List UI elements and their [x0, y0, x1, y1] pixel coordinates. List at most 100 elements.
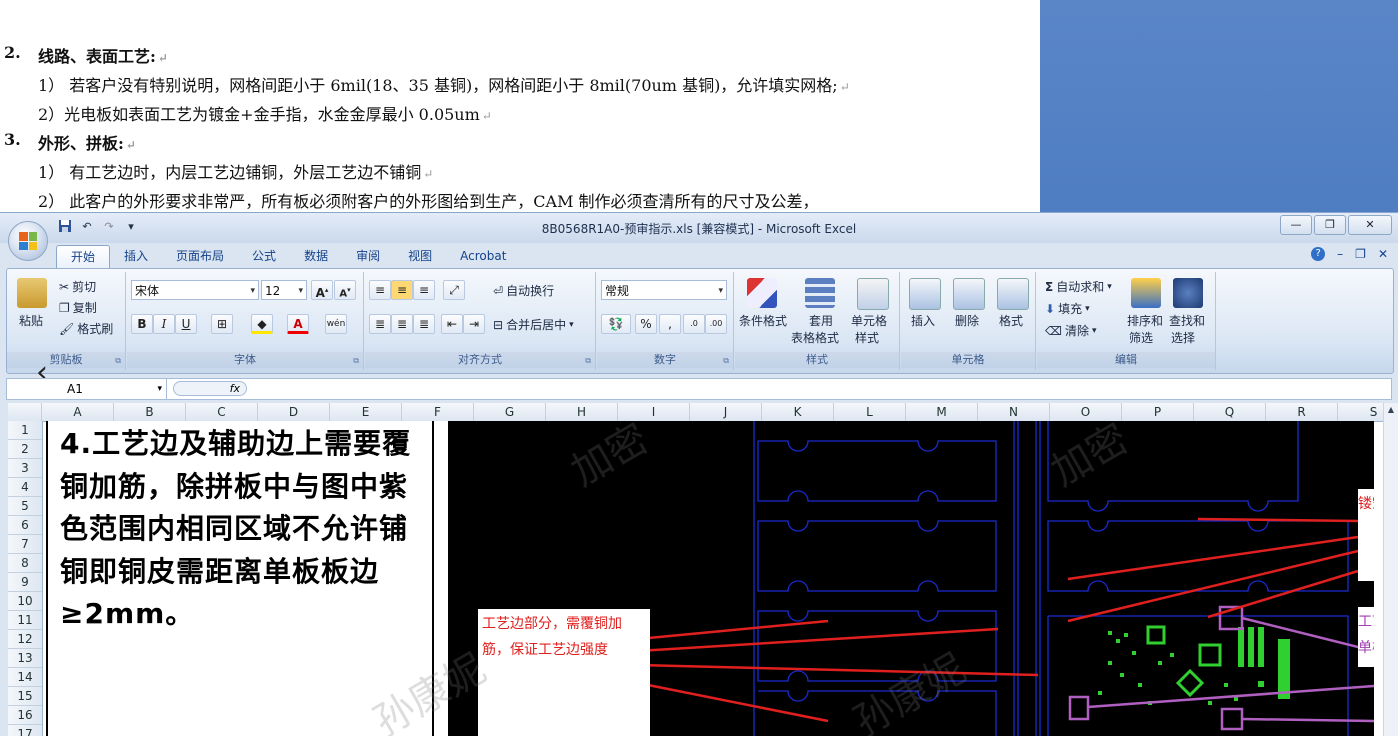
column-header-L[interactable]: L: [834, 403, 906, 421]
align-top-icon[interactable]: ≡: [369, 280, 391, 300]
insert-cells-icon[interactable]: [909, 278, 941, 310]
row-header-5[interactable]: 5: [8, 497, 42, 516]
column-header-F[interactable]: F: [402, 403, 474, 421]
underline-icon[interactable]: U: [175, 314, 197, 334]
insert-button[interactable]: 插入: [911, 312, 935, 329]
delete-cells-icon[interactable]: [953, 278, 985, 310]
cell-styles-icon[interactable]: [857, 278, 889, 310]
number-format-combo[interactable]: 常规 ▾: [601, 280, 727, 300]
tab-formulas[interactable]: 公式: [238, 245, 290, 267]
comma-icon[interactable]: ,: [659, 314, 681, 334]
italic-icon[interactable]: I: [153, 314, 175, 334]
column-header-E[interactable]: E: [330, 403, 402, 421]
minimize-icon[interactable]: —: [1280, 215, 1312, 235]
format-table-label-2[interactable]: 表格格式: [791, 329, 839, 346]
format-as-table-icon[interactable]: [805, 278, 835, 308]
decrease-indent-icon[interactable]: ⇤: [441, 314, 463, 334]
borders-icon[interactable]: ⊞: [211, 314, 233, 334]
column-header-M[interactable]: M: [906, 403, 978, 421]
format-table-label-1[interactable]: 套用: [809, 312, 833, 329]
cell-styles-label-1[interactable]: 单元格: [851, 312, 887, 329]
decrease-decimal-icon[interactable]: .00: [705, 314, 727, 334]
wrap-text-button[interactable]: ⏎ 自动换行: [493, 282, 554, 299]
delete-button[interactable]: 删除: [955, 312, 979, 329]
find-select-label-1[interactable]: 查找和: [1169, 312, 1205, 329]
fx-icon[interactable]: fx: [173, 381, 247, 396]
column-header-A[interactable]: A: [42, 403, 114, 421]
merge-center-button[interactable]: ⊟ 合并后居中 ▾: [493, 316, 574, 333]
tab-home[interactable]: 开始: [56, 245, 111, 268]
row-header-15[interactable]: 15: [8, 687, 42, 706]
office-button[interactable]: [8, 221, 48, 261]
column-header-Q[interactable]: Q: [1194, 403, 1266, 421]
font-size-combo[interactable]: 12 ▾: [261, 280, 307, 300]
dialog-launcher-icon[interactable]: ⧉: [585, 356, 591, 366]
find-select-label-2[interactable]: 选择: [1171, 329, 1195, 346]
fill-color-icon[interactable]: ◆: [251, 314, 273, 334]
help-icon[interactable]: ?: [1311, 247, 1326, 261]
grow-font-icon[interactable]: A▴: [311, 280, 333, 300]
dialog-launcher-icon[interactable]: ⧉: [353, 356, 359, 366]
row-header-17[interactable]: 17: [8, 725, 42, 736]
paste-icon[interactable]: [17, 278, 47, 308]
sort-filter-label-1[interactable]: 排序和: [1127, 312, 1163, 329]
column-header-G[interactable]: G: [474, 403, 546, 421]
increase-decimal-icon[interactable]: .0: [683, 314, 705, 334]
row-header-2[interactable]: 2: [8, 440, 42, 459]
row-header-8[interactable]: 8: [8, 554, 42, 573]
column-header-B[interactable]: B: [114, 403, 186, 421]
font-name-combo[interactable]: 宋体 ▾: [131, 280, 259, 300]
sort-filter-icon[interactable]: [1131, 278, 1161, 308]
row-header-16[interactable]: 16: [8, 706, 42, 725]
increase-indent-icon[interactable]: ⇥: [463, 314, 485, 334]
paste-button[interactable]: 粘贴: [19, 312, 43, 329]
format-button[interactable]: 格式: [999, 312, 1023, 329]
restore-icon[interactable]: ❐: [1314, 215, 1346, 235]
column-header-K[interactable]: K: [762, 403, 834, 421]
vertical-scrollbar[interactable]: ▲: [1383, 403, 1398, 736]
align-center-icon[interactable]: ≣: [391, 314, 413, 334]
tab-acrobat[interactable]: Acrobat: [446, 245, 520, 267]
format-cells-icon[interactable]: [997, 278, 1029, 310]
row-header-4[interactable]: 4: [8, 478, 42, 497]
font-color-icon[interactable]: A: [287, 314, 309, 334]
column-header-D[interactable]: D: [258, 403, 330, 421]
select-all-corner[interactable]: [8, 403, 42, 421]
dialog-launcher-icon[interactable]: ⧉: [115, 356, 121, 366]
column-header-J[interactable]: J: [690, 403, 762, 421]
format-painter-button[interactable]: 🖌 格式刷: [59, 320, 113, 337]
dialog-launcher-icon[interactable]: ⧉: [723, 356, 729, 366]
row-header-13[interactable]: 13: [8, 649, 42, 668]
tab-page-layout[interactable]: 页面布局: [162, 245, 238, 267]
row-header-9[interactable]: 9: [8, 573, 42, 592]
fill-button[interactable]: ⬇ 填充 ▾: [1045, 300, 1090, 317]
ribbon-restore-icon[interactable]: ❐: [1355, 247, 1366, 261]
align-right-icon[interactable]: ≣: [413, 314, 435, 334]
conditional-format-button[interactable]: 条件格式: [739, 312, 787, 329]
align-middle-icon[interactable]: ≡: [391, 280, 413, 300]
currency-icon[interactable]: 💱: [601, 314, 631, 334]
autosum-button[interactable]: Σ 自动求和 ▾: [1045, 278, 1112, 295]
column-header-R[interactable]: R: [1266, 403, 1338, 421]
row-header-1[interactable]: 1: [8, 421, 42, 440]
copy-button[interactable]: ❐ 复制: [59, 299, 97, 316]
tab-view[interactable]: 视图: [394, 245, 446, 267]
sort-filter-label-2[interactable]: 筛选: [1129, 329, 1153, 346]
row-header-3[interactable]: 3: [8, 459, 42, 478]
binoculars-icon[interactable]: [1173, 278, 1203, 308]
clear-button[interactable]: ⌫ 清除 ▾: [1045, 322, 1097, 339]
row-header-6[interactable]: 6: [8, 516, 42, 535]
phonetic-icon[interactable]: wén: [325, 314, 347, 334]
name-box[interactable]: A1 ▾: [7, 379, 167, 399]
close-icon[interactable]: ✕: [1348, 215, 1392, 235]
tab-review[interactable]: 审阅: [342, 245, 394, 267]
ribbon-minimize-icon[interactable]: –: [1337, 247, 1343, 261]
align-left-icon[interactable]: ≣: [369, 314, 391, 334]
align-bottom-icon[interactable]: ≡: [413, 280, 435, 300]
tab-data[interactable]: 数据: [290, 245, 342, 267]
column-header-P[interactable]: P: [1122, 403, 1194, 421]
ribbon-close-icon[interactable]: ✕: [1378, 247, 1388, 261]
bold-icon[interactable]: B: [131, 314, 153, 334]
column-header-C[interactable]: C: [186, 403, 258, 421]
cell-styles-label-2[interactable]: 样式: [855, 329, 879, 346]
